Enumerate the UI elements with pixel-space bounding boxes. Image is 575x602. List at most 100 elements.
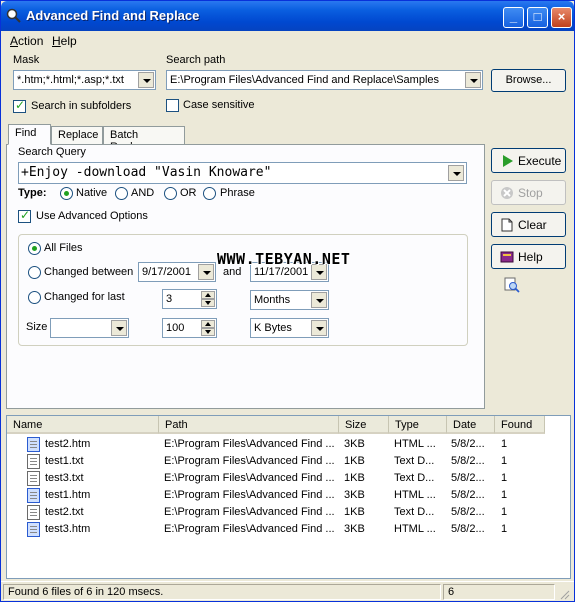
search-query-label: Search Query [18, 146, 86, 158]
column-header-type[interactable]: Type [389, 416, 447, 434]
maximize-button[interactable]: □ [527, 7, 548, 28]
column-header-date[interactable]: Date [447, 416, 495, 434]
changed-for-last-radio[interactable] [28, 291, 41, 304]
row-found: 1 [501, 438, 508, 450]
browse-button[interactable]: Browse... [491, 69, 566, 92]
table-row[interactable]: test3.txt E:\Program Files\Advanced Find… [7, 470, 570, 487]
window-title: Advanced Find and Replace [26, 8, 200, 23]
table-row[interactable]: test2.htm E:\Program Files\Advanced Find… [7, 436, 570, 453]
row-name: test2.txt [45, 506, 84, 518]
tab-find[interactable]: Find [8, 124, 51, 145]
chevron-down-icon[interactable] [465, 72, 481, 88]
row-found: 1 [501, 472, 508, 484]
chevron-down-icon[interactable] [448, 165, 464, 181]
type-phrase-radio[interactable] [203, 187, 216, 200]
menu-action-hotkey: A [10, 34, 19, 48]
chevron-down-icon[interactable] [198, 264, 214, 280]
column-header-name[interactable]: Name [7, 416, 159, 434]
chevron-down-icon[interactable] [138, 72, 154, 88]
arrow-down-icon[interactable] [201, 299, 215, 307]
type-and-radio[interactable] [115, 187, 128, 200]
tab-replace[interactable]: Replace [51, 126, 103, 144]
search-query-input[interactable]: +Enjoy -download "Vasin Knoware" [18, 162, 467, 184]
resize-grip-icon[interactable] [558, 588, 570, 600]
arrow-down-icon[interactable] [201, 328, 215, 336]
row-found: 1 [501, 489, 508, 501]
row-name: test1.txt [45, 455, 84, 467]
arrow-up-icon[interactable] [201, 291, 215, 299]
row-size: 1KB [344, 455, 365, 467]
play-icon [503, 155, 513, 167]
search-subfolders-label: Search in subfolders [31, 100, 132, 112]
size-unit-value: K Bytes [254, 322, 292, 334]
mask-combo[interactable]: *.htm;*.html;*.asp;*.txt [13, 70, 156, 90]
size-value-stepper[interactable]: 100 [162, 318, 217, 338]
type-phrase-label: Phrase [220, 187, 255, 199]
html-file-icon [27, 488, 40, 503]
changed-between-radio[interactable] [28, 266, 41, 279]
find-magnifier-icon [504, 277, 520, 293]
column-header-path[interactable]: Path [159, 416, 339, 434]
table-row[interactable]: test1.txt E:\Program Files\Advanced Find… [7, 453, 570, 470]
search-path-label: Search path [166, 54, 226, 66]
changed-for-last-label: Changed for last [44, 291, 125, 303]
menu-action-label: ction [18, 34, 44, 48]
column-header-found[interactable]: Found [495, 416, 545, 434]
search-query-value: +Enjoy -download "Vasin Knoware" [21, 165, 272, 180]
menu-action[interactable]: Action [10, 34, 43, 48]
column-header-size[interactable]: Size [339, 416, 389, 434]
text-file-icon [27, 454, 40, 469]
use-advanced-checkbox[interactable] [18, 208, 31, 223]
row-found: 1 [501, 506, 508, 518]
chevron-down-icon[interactable] [111, 320, 127, 336]
size-operator-select[interactable] [50, 318, 129, 338]
search-path-combo[interactable]: E:\Program Files\Advanced Find and Repla… [166, 70, 483, 90]
stop-icon [501, 187, 513, 199]
row-date: 5/8/2... [451, 523, 485, 535]
row-name: test1.htm [45, 489, 91, 501]
use-advanced-label: Use Advanced Options [36, 210, 148, 222]
last-value: 3 [166, 293, 173, 305]
type-native-label: Native [76, 187, 108, 199]
results-list[interactable]: Name Path Size Type Date Found test2.htm… [6, 415, 571, 579]
tab-batch-replace[interactable]: Batch Replace [103, 126, 185, 153]
type-or-label: OR [180, 187, 197, 199]
table-row[interactable]: test2.txt E:\Program Files\Advanced Find… [7, 504, 570, 521]
row-size: 1KB [344, 472, 365, 484]
minimize-button[interactable]: _ [503, 7, 524, 28]
row-path: E:\Program Files\Advanced Find ... [164, 506, 335, 518]
clear-label: Clear [518, 218, 547, 232]
last-unit-value: Months [254, 294, 291, 306]
close-button[interactable]: × [551, 7, 572, 28]
text-file-icon [27, 471, 40, 486]
arrow-up-icon[interactable] [201, 320, 215, 328]
execute-button[interactable]: Execute [491, 148, 566, 173]
clear-button[interactable]: Clear [491, 212, 566, 237]
row-size: 1KB [344, 506, 365, 518]
stop-label: Stop [518, 186, 543, 200]
help-button[interactable]: Help [491, 244, 566, 269]
chevron-down-icon[interactable] [311, 320, 327, 336]
type-or-radio[interactable] [164, 187, 177, 200]
title-bar[interactable]: Advanced Find and Replace _ □ × [1, 1, 574, 31]
stop-button[interactable]: Stop [491, 180, 566, 205]
type-native-radio[interactable] [60, 187, 73, 200]
menu-help[interactable]: Help [52, 34, 77, 48]
status-bar: Found 6 files of 6 in 120 msecs. 6 [1, 581, 574, 601]
html-file-icon [27, 437, 40, 452]
chevron-down-icon[interactable] [311, 292, 327, 308]
search-query-dropdown[interactable] [447, 164, 465, 182]
size-unit-select[interactable]: K Bytes [250, 318, 329, 338]
table-row[interactable]: test3.htm E:\Program Files\Advanced Find… [7, 521, 570, 538]
last-value-stepper[interactable]: 3 [162, 289, 217, 309]
last-unit-select[interactable]: Months [250, 290, 329, 310]
all-files-radio[interactable] [28, 242, 41, 255]
search-subfolders-checkbox[interactable] [13, 98, 26, 113]
case-sensitive-checkbox[interactable] [166, 99, 179, 112]
date-from-picker[interactable]: 9/17/2001 [138, 262, 216, 282]
row-date: 5/8/2... [451, 506, 485, 518]
row-path: E:\Program Files\Advanced Find ... [164, 523, 335, 535]
table-row[interactable]: test1.htm E:\Program Files\Advanced Find… [7, 487, 570, 504]
row-type: Text D... [394, 455, 435, 467]
row-size: 3KB [344, 523, 365, 535]
